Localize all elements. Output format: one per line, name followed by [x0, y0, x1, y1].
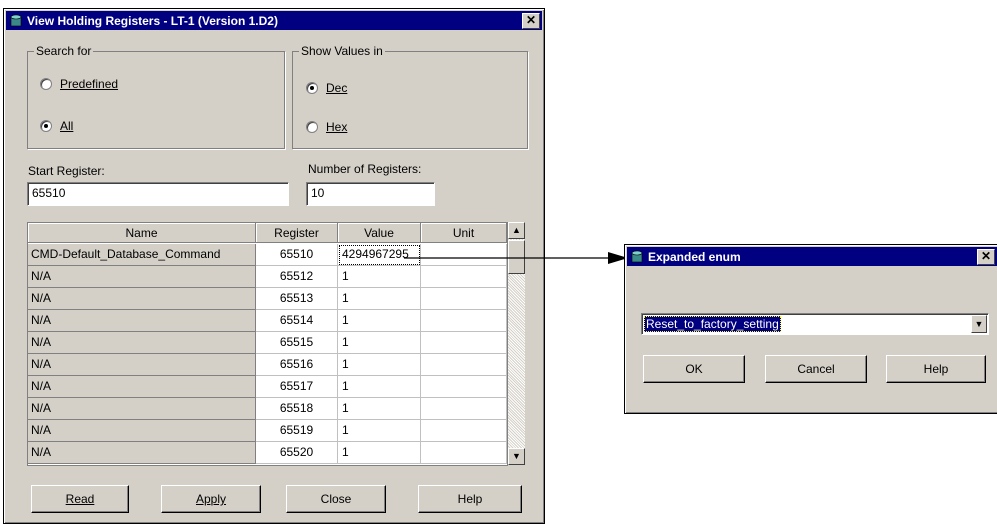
main-titlebar[interactable]: View Holding Registers - LT-1 (Version 1… [6, 11, 542, 30]
table-row[interactable]: N/A 65514 1 [28, 310, 507, 332]
expanded-enum-window: Expanded enum ✕ Reset_to_factory_setting… [624, 244, 997, 414]
table-row[interactable]: N/A 65515 1 [28, 332, 507, 354]
cell-name: N/A [28, 398, 256, 420]
database-icon [10, 14, 22, 26]
cell-register: 65512 [256, 266, 338, 288]
radio-predefined-label: Predefined [60, 77, 119, 91]
cell-value[interactable]: 1 [338, 332, 421, 354]
apply-button-label: Apply [195, 492, 227, 506]
help-button-label: Help [457, 492, 483, 506]
show-values-legend: Show Values in [299, 44, 385, 58]
cancel-button[interactable]: Cancel [765, 355, 867, 383]
read-button-label: Read [65, 492, 95, 506]
close-icon[interactable]: ✕ [522, 13, 540, 29]
table-row[interactable]: N/A 65512 1 [28, 266, 507, 288]
cell-value[interactable]: 1 [338, 354, 421, 376]
main-window-title: View Holding Registers - LT-1 (Version 1… [27, 13, 278, 28]
cell-name: N/A [28, 376, 256, 398]
cell-unit [421, 442, 507, 464]
cell-unit [421, 420, 507, 442]
radio-hex-indicator [306, 121, 318, 133]
cell-unit [421, 398, 507, 420]
cell-name: N/A [28, 354, 256, 376]
cell-unit [421, 332, 507, 354]
radio-all-label: All [60, 119, 74, 133]
scroll-down-icon[interactable]: ▼ [508, 448, 525, 465]
cell-unit [421, 266, 507, 288]
cell-value[interactable]: 1 [338, 310, 421, 332]
radio-all-indicator [40, 120, 52, 132]
cell-name: N/A [28, 442, 256, 464]
cell-register: 65517 [256, 376, 338, 398]
table-row[interactable]: N/A 65517 1 [28, 376, 507, 398]
help-button[interactable]: Help [886, 355, 986, 383]
number-of-registers-label: Number of Registers: [308, 162, 422, 176]
dropdown-arrow-icon[interactable]: ▼ [971, 315, 987, 333]
cell-register: 65515 [256, 332, 338, 354]
cell-register: 65520 [256, 442, 338, 464]
cell-value[interactable]: 1 [338, 420, 421, 442]
cell-register: 65513 [256, 288, 338, 310]
radio-predefined[interactable]: Predefined [40, 77, 118, 91]
enum-titlebar[interactable]: Expanded enum ✕ [627, 247, 997, 266]
enum-select[interactable]: Reset_to_factory_setting ▼ [641, 313, 989, 335]
connector-arrow [404, 252, 628, 264]
radio-predefined-indicator [40, 78, 52, 90]
start-register-input[interactable]: 65510 [27, 182, 289, 206]
cell-unit [421, 354, 507, 376]
cell-value[interactable]: 1 [338, 398, 421, 420]
number-of-registers-input[interactable]: 10 [306, 182, 435, 206]
table-row[interactable]: N/A 65519 1 [28, 420, 507, 442]
table-row[interactable]: N/A 65520 1 [28, 442, 507, 464]
scroll-up-icon[interactable]: ▲ [508, 222, 525, 239]
cell-name: N/A [28, 332, 256, 354]
start-register-label: Start Register: [28, 164, 105, 178]
close-icon[interactable]: ✕ [977, 249, 995, 265]
column-header-value[interactable]: Value [338, 223, 421, 243]
cell-unit [421, 310, 507, 332]
cell-name: N/A [28, 266, 256, 288]
cell-unit [421, 376, 507, 398]
radio-hex[interactable]: Hex [306, 120, 347, 134]
column-header-register[interactable]: Register [256, 223, 338, 243]
table-row[interactable]: N/A 65518 1 [28, 398, 507, 420]
show-values-group: Show Values in [292, 44, 528, 149]
cell-value[interactable]: 1 [338, 266, 421, 288]
cell-name: N/A [28, 420, 256, 442]
cell-name: N/A [28, 288, 256, 310]
help-button[interactable]: Help [418, 485, 522, 513]
cell-value[interactable]: 1 [338, 442, 421, 464]
ok-button[interactable]: OK [643, 355, 745, 383]
column-header-name[interactable]: Name [28, 223, 256, 243]
radio-dec-indicator [306, 82, 318, 94]
radio-dec-label: Dec [326, 81, 348, 95]
radio-dec[interactable]: Dec [306, 81, 347, 95]
search-for-legend: Search for [34, 44, 94, 58]
table-row[interactable]: N/A 65516 1 [28, 354, 507, 376]
database-icon [631, 250, 643, 262]
cell-value[interactable]: 1 [338, 288, 421, 310]
cell-name: CMD-Default_Database_Command [28, 244, 256, 266]
close-button[interactable]: Close [286, 485, 386, 513]
cell-register: 65516 [256, 354, 338, 376]
apply-button[interactable]: Apply [161, 485, 261, 513]
cell-register: 65514 [256, 310, 338, 332]
cell-register: 65518 [256, 398, 338, 420]
cell-name: N/A [28, 310, 256, 332]
radio-all[interactable]: All [40, 119, 73, 133]
search-for-group: Search for [27, 44, 285, 149]
radio-hex-label: Hex [326, 120, 348, 134]
enum-selected-option: Reset_to_factory_setting [644, 316, 781, 332]
cell-register: 65510 [256, 244, 338, 266]
table-row[interactable]: N/A 65513 1 [28, 288, 507, 310]
close-button-label: Close [320, 492, 352, 506]
read-button[interactable]: Read [31, 485, 129, 513]
column-header-unit[interactable]: Unit [421, 223, 507, 243]
enum-window-title: Expanded enum [648, 249, 741, 264]
cell-value[interactable]: 1 [338, 376, 421, 398]
cell-register: 65519 [256, 420, 338, 442]
cell-unit [421, 288, 507, 310]
